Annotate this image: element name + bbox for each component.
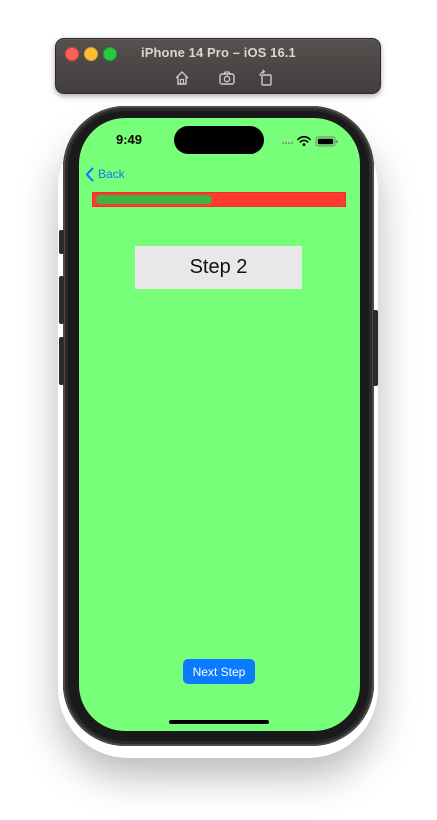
chevron-left-icon	[85, 167, 94, 181]
volume-down-button[interactable]	[59, 337, 64, 385]
back-label: Back	[98, 167, 125, 181]
volume-up-button[interactable]	[59, 276, 64, 324]
dynamic-island	[174, 126, 264, 154]
app-screen: 9:49 Back Step 2 Next Step	[79, 118, 360, 731]
home-indicator[interactable]	[169, 720, 269, 724]
simulator-toolbar: iPhone 14 Pro – iOS 16.1	[55, 38, 381, 94]
action-button[interactable]	[59, 230, 64, 254]
power-button[interactable]	[373, 310, 378, 386]
progress-bar	[92, 192, 346, 207]
stage: iPhone 14 Pro – iOS 16.1 9:49 Back Step …	[0, 0, 437, 820]
step-label: Step 2	[135, 246, 302, 289]
status-time: 9:49	[116, 132, 143, 147]
simulator-title: iPhone 14 Pro – iOS 16.1	[141, 45, 296, 60]
zoom-window-button[interactable]	[103, 47, 117, 61]
home-icon[interactable]	[173, 69, 191, 87]
minimize-window-button[interactable]	[84, 47, 98, 61]
next-step-button[interactable]: Next Step	[183, 659, 255, 684]
progress-fill	[96, 195, 212, 204]
screenshot-icon[interactable]	[218, 69, 236, 87]
rotate-icon[interactable]	[257, 69, 275, 87]
signal-dots-icon	[282, 142, 293, 144]
status-icons	[281, 134, 341, 147]
wifi-icon	[297, 135, 311, 143]
back-button[interactable]: Back	[85, 164, 125, 184]
battery-icon	[315, 136, 338, 147]
close-window-button[interactable]	[65, 47, 79, 61]
